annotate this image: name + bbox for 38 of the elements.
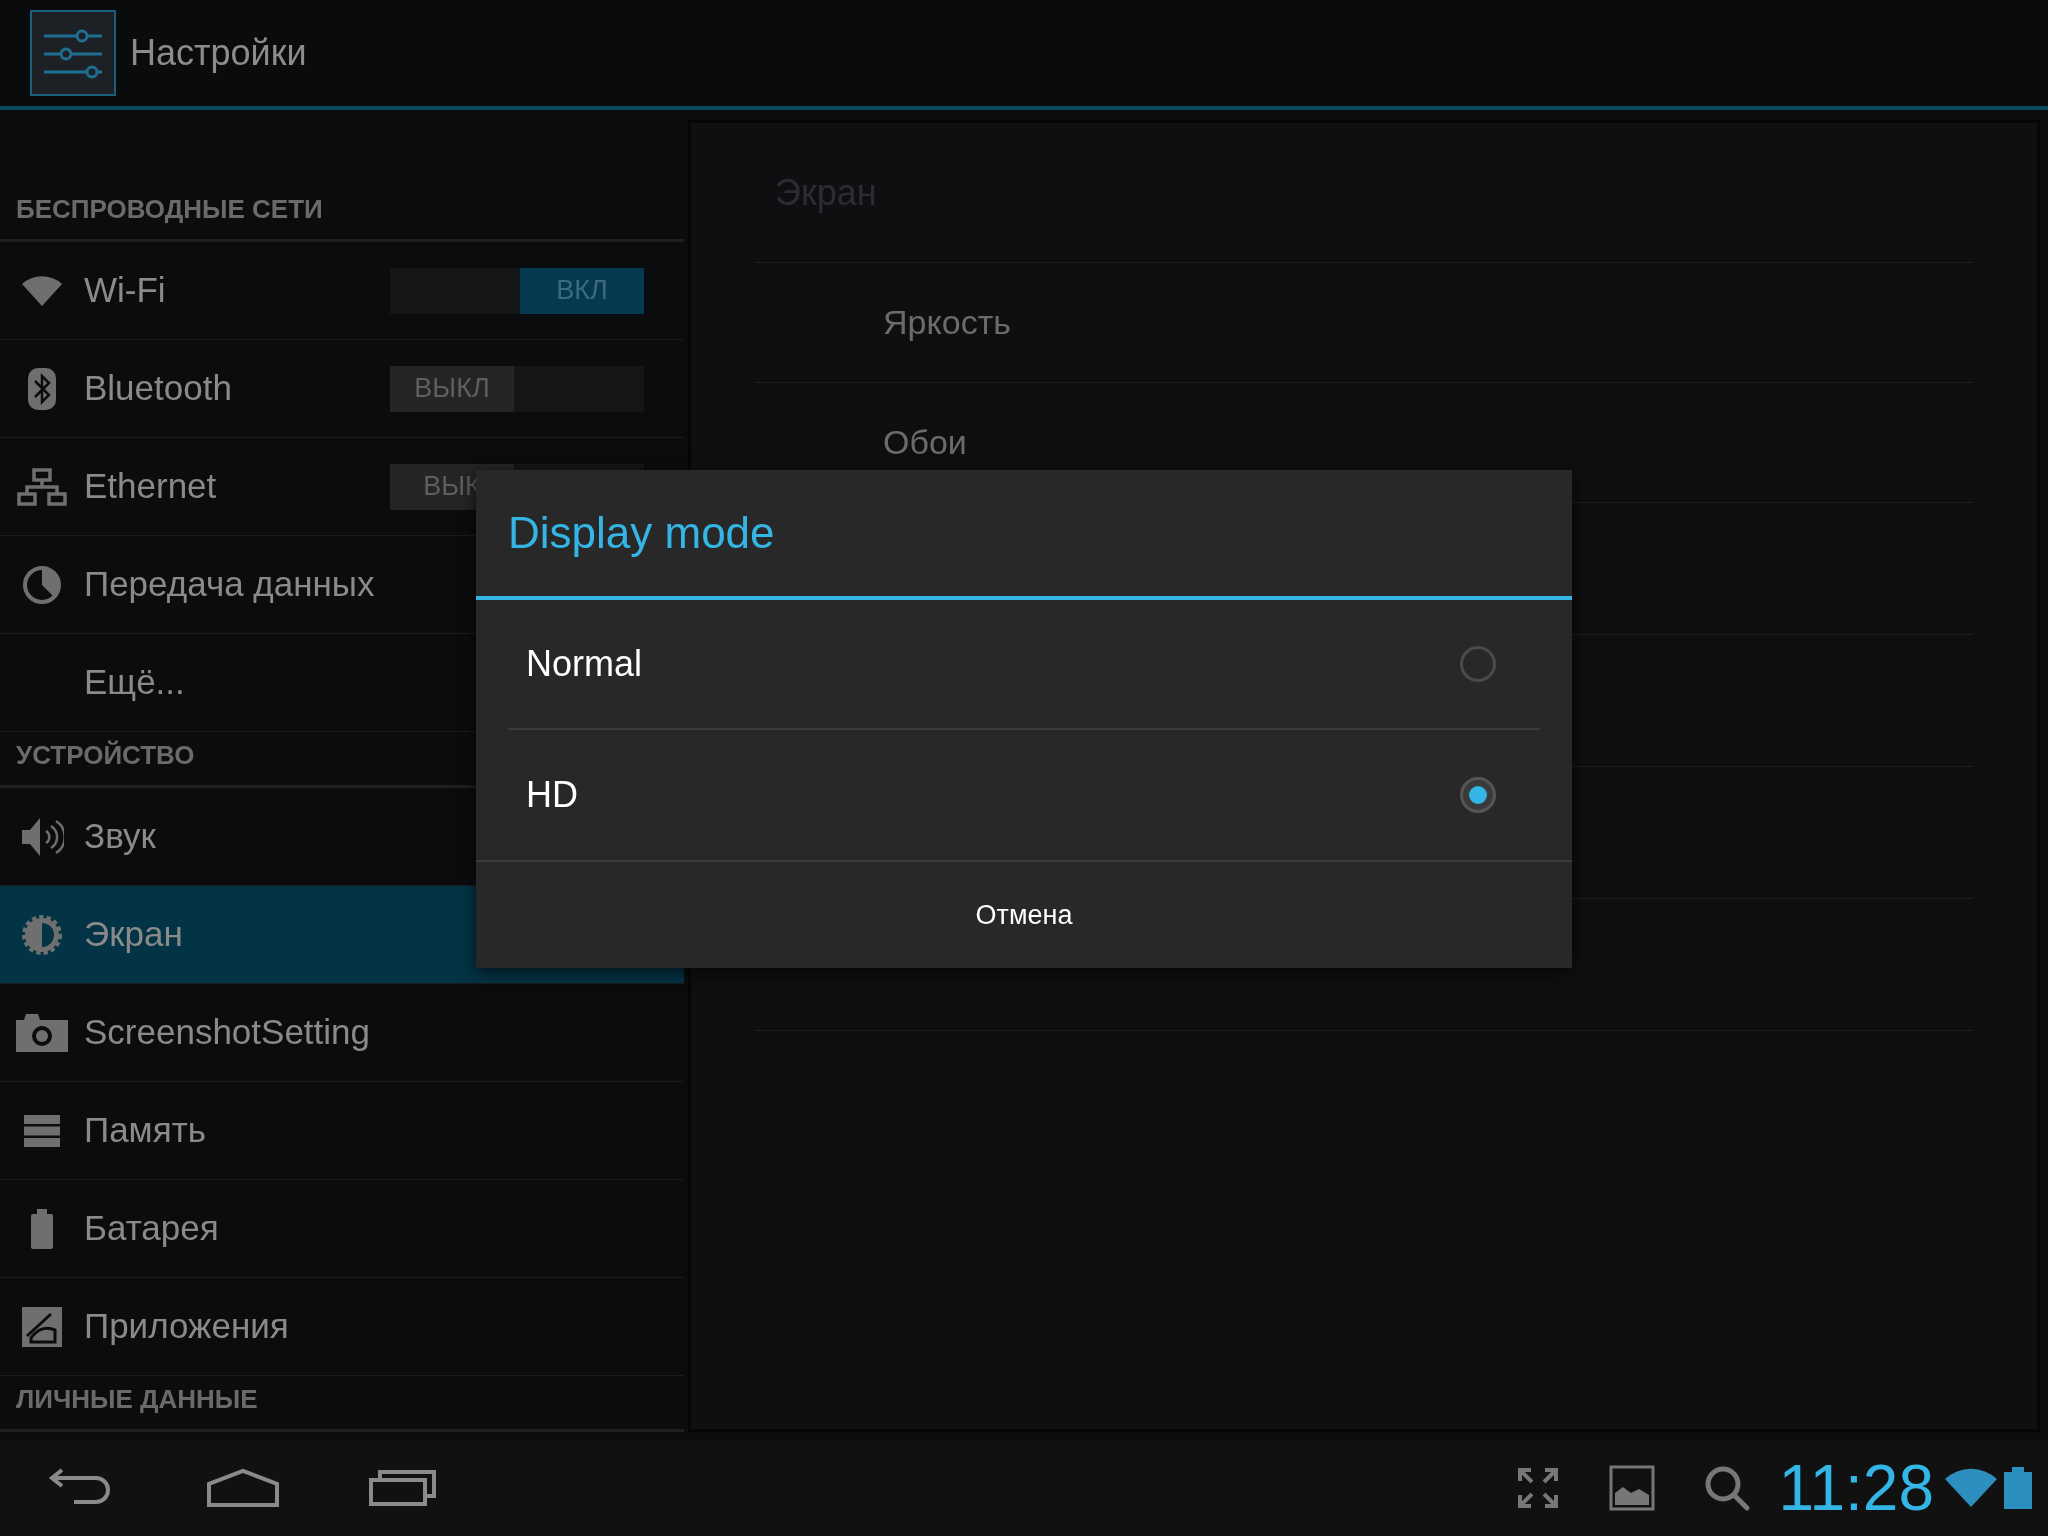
item-label: ScreenshotSetting [84, 1011, 370, 1054]
radio-button[interactable] [1460, 777, 1496, 813]
item-label: Ещё... [84, 661, 185, 704]
section-heading: ЛИЧНЫЕ ДАННЫЕ [16, 1383, 258, 1416]
item-label: Приложения [84, 1305, 289, 1348]
picture-icon[interactable] [1608, 1465, 1655, 1511]
camera-icon [14, 1011, 70, 1054]
app-title: Настройки [130, 31, 307, 75]
clock: 11:28 [1778, 1456, 1934, 1520]
storage-icon [23, 1113, 61, 1148]
fullscreen-icon[interactable] [1516, 1467, 1559, 1509]
setting-label[interactable]: Яркость [883, 297, 1011, 348]
section-heading: БЕСПРОВОДНЫЕ СЕТИ [16, 193, 323, 226]
item-label: Звук [84, 815, 156, 858]
item-label: Bluetooth [84, 367, 232, 410]
wifi-signal-icon [1944, 1467, 1998, 1509]
settings-sliders-icon[interactable] [30, 10, 116, 96]
item-label: Ethernet [84, 465, 217, 508]
radio-option[interactable]: Normal [508, 600, 1540, 730]
battery-icon [2004, 1467, 2032, 1509]
item-label: Батарея [84, 1207, 219, 1250]
item-label: Экран [84, 913, 183, 956]
apps-icon [21, 1305, 63, 1348]
cancel-button[interactable]: Отмена [476, 862, 1572, 968]
item-label: Память [84, 1109, 206, 1152]
item-label: Wi-Fi [84, 269, 166, 312]
wifi-icon [20, 273, 64, 308]
section-heading: УСТРОЙСТВО [16, 739, 195, 772]
radio-button[interactable] [1460, 646, 1496, 682]
network-icon [17, 467, 67, 506]
item-label: Передача данных [84, 563, 375, 606]
battery-icon [31, 1208, 53, 1249]
recent-apps-icon[interactable] [368, 1468, 438, 1508]
bluetooth-icon [27, 366, 57, 411]
setting-label[interactable]: Обои [883, 417, 967, 468]
brightness-icon [21, 913, 63, 956]
pie-chart-icon [22, 564, 62, 605]
home-icon[interactable] [206, 1468, 280, 1508]
